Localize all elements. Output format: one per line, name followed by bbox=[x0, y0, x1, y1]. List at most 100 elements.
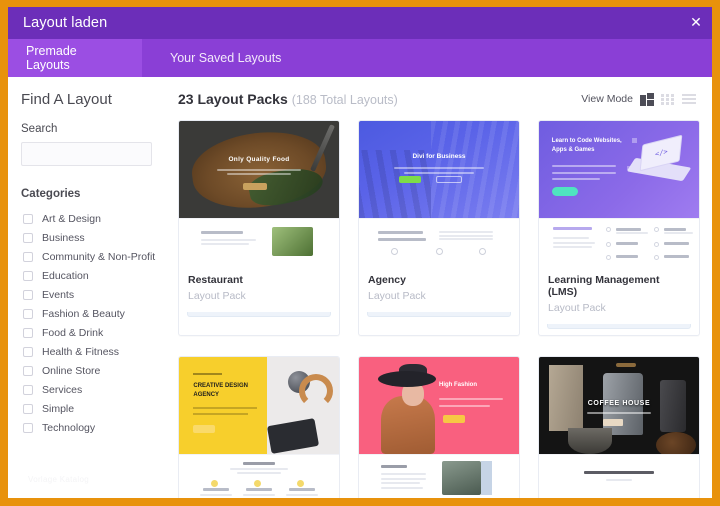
card-bottom-bar bbox=[367, 312, 511, 317]
card-hero-text: Learn to Code Websites, Apps & Games bbox=[551, 137, 622, 153]
view-mode-group: View Mode bbox=[581, 92, 696, 106]
category-item-online-store[interactable]: Online Store bbox=[8, 361, 165, 380]
card-thumbnail: CREATIVE DESIGN AGENCY bbox=[179, 357, 339, 454]
checkbox-icon[interactable] bbox=[23, 270, 33, 281]
layout-pack-card-restaurant[interactable]: Only Quality Food Restaurant Layout Pack bbox=[178, 120, 340, 336]
preview-image bbox=[442, 460, 481, 496]
card-subpreview bbox=[179, 218, 339, 266]
view-mode-label: View Mode bbox=[581, 93, 633, 105]
category-label: Art & Design bbox=[42, 212, 101, 225]
app-frame: Layout laden ✕ Premade Layouts Your Save… bbox=[0, 0, 720, 506]
preview-tagline bbox=[583, 470, 655, 474]
card-subpreview bbox=[359, 454, 519, 498]
list-icon[interactable] bbox=[682, 93, 696, 106]
category-list: Art & Design Business Community & Non-Pr… bbox=[8, 209, 165, 437]
preview-heading bbox=[381, 465, 407, 469]
card-footer: Learning Management (LMS) Layout Pack bbox=[539, 266, 699, 324]
category-label: Community & Non-Profit bbox=[42, 250, 156, 263]
category-label: Fashion & Beauty bbox=[42, 307, 125, 320]
tablet-shape bbox=[267, 418, 320, 454]
modal-body: Find A Layout Search Categories Art & De… bbox=[8, 77, 712, 498]
preview-heading bbox=[243, 461, 275, 465]
category-label: Education bbox=[42, 269, 89, 282]
layout-pack-card-design-agency[interactable]: CREATIVE DESIGN AGENCY bbox=[178, 356, 340, 498]
headphones-shape bbox=[299, 374, 334, 409]
card-hero-text: Only Quality Food bbox=[228, 155, 290, 163]
layout-pack-grid: Only Quality Food Restaurant Layout Pack… bbox=[178, 120, 700, 498]
main-content: 23 Layout Packs (188 Total Layouts) View … bbox=[165, 77, 712, 498]
layout-pack-card-coffee-shop[interactable]: COFFEE HOUSE Coffee Shop Layout Pack bbox=[538, 356, 700, 498]
card-subpreview bbox=[539, 218, 699, 266]
category-item-technology[interactable]: Technology bbox=[8, 418, 165, 437]
packs-count: 23 Layout Packs (188 Total Layouts) bbox=[178, 91, 398, 107]
card-subpreview bbox=[179, 454, 339, 498]
checkbox-icon[interactable] bbox=[23, 289, 33, 300]
checkbox-icon[interactable] bbox=[23, 308, 33, 319]
search-label: Search bbox=[21, 123, 58, 135]
category-label: Online Store bbox=[42, 364, 101, 377]
hero-cta-button bbox=[243, 183, 267, 191]
category-label: Services bbox=[42, 383, 83, 396]
card-hero-text: High Fashion bbox=[439, 382, 478, 389]
category-item-community-non-profit[interactable]: Community & Non-Profit bbox=[8, 247, 165, 266]
category-item-events[interactable]: Events bbox=[8, 285, 165, 304]
main-header: 23 Layout Packs (188 Total Layouts) View … bbox=[178, 91, 700, 107]
category-item-services[interactable]: Services bbox=[8, 380, 165, 399]
checkbox-icon[interactable] bbox=[23, 346, 33, 357]
checkbox-icon[interactable] bbox=[23, 384, 33, 395]
building-pattern bbox=[431, 121, 519, 218]
preview-heading-1 bbox=[378, 231, 423, 235]
layout-pack-card-agency[interactable]: Divi for Business Agency Layout Pack bbox=[358, 120, 520, 336]
hero-cta-button bbox=[399, 176, 421, 184]
sidebar-heading: Find A Layout bbox=[21, 91, 112, 108]
category-item-simple[interactable]: Simple bbox=[8, 399, 165, 418]
checkbox-icon[interactable] bbox=[23, 365, 33, 376]
grid-small-icon[interactable] bbox=[661, 93, 675, 106]
preview-image bbox=[271, 227, 314, 256]
hat-brim-shape bbox=[378, 370, 437, 387]
search-input[interactable] bbox=[21, 142, 152, 166]
tab-your-saved-layouts[interactable]: Your Saved Layouts bbox=[142, 39, 305, 77]
layout-pack-card-lms[interactable]: Learn to Code Websites, Apps & Games </> bbox=[538, 120, 700, 336]
checkbox-icon[interactable] bbox=[23, 403, 33, 414]
checkbox-icon[interactable] bbox=[23, 327, 33, 338]
category-item-health-fitness[interactable]: Health & Fitness bbox=[8, 342, 165, 361]
checkbox-icon[interactable] bbox=[23, 251, 33, 262]
close-icon[interactable]: ✕ bbox=[680, 7, 712, 39]
page-title: Layout laden bbox=[23, 15, 108, 31]
card-subtitle: Layout Pack bbox=[368, 290, 426, 302]
total-layouts-label: (188 Total Layouts) bbox=[291, 93, 398, 107]
category-item-art-design[interactable]: Art & Design bbox=[8, 209, 165, 228]
tab-your-saved-layouts-label: Your Saved Layouts bbox=[170, 51, 282, 65]
category-item-food-drink[interactable]: Food & Drink bbox=[8, 323, 165, 342]
card-thumbnail: COFFEE HOUSE bbox=[539, 357, 699, 454]
card-thumbnail: Divi for Business bbox=[359, 121, 519, 218]
category-item-business[interactable]: Business bbox=[8, 228, 165, 247]
tab-premade-layouts[interactable]: Premade Layouts bbox=[8, 39, 142, 77]
preview-heading bbox=[553, 227, 592, 231]
modal-header: Layout laden ✕ bbox=[8, 7, 712, 39]
checkbox-icon[interactable] bbox=[23, 232, 33, 243]
hero-secondary-button bbox=[435, 176, 462, 184]
coffee-bag-shape bbox=[548, 364, 583, 431]
category-label: Events bbox=[42, 288, 75, 301]
coffee-beans-shape bbox=[655, 432, 696, 454]
category-label: Business bbox=[42, 231, 85, 244]
grid-large-icon[interactable] bbox=[640, 92, 654, 106]
hero-cta-button bbox=[551, 186, 578, 196]
category-label: Food & Drink bbox=[42, 326, 104, 339]
card-thumbnail: High Fashion bbox=[359, 357, 519, 454]
checkbox-icon[interactable] bbox=[23, 213, 33, 224]
checkbox-icon[interactable] bbox=[23, 422, 33, 433]
building-pattern-2 bbox=[359, 150, 431, 218]
card-footer: Restaurant Layout Pack bbox=[179, 266, 339, 312]
preview-heading-2 bbox=[378, 237, 427, 241]
hero-cta-button bbox=[442, 415, 465, 424]
card-subpreview bbox=[359, 218, 519, 266]
layout-pack-card-fashion[interactable]: High Fashion bbox=[358, 356, 520, 498]
category-item-fashion-beauty[interactable]: Fashion & Beauty bbox=[8, 304, 165, 323]
packs-count-label: 23 Layout Packs bbox=[178, 91, 288, 107]
category-label: Health & Fitness bbox=[42, 345, 120, 358]
layout-modal: Layout laden ✕ Premade Layouts Your Save… bbox=[8, 7, 712, 498]
category-item-education[interactable]: Education bbox=[8, 266, 165, 285]
